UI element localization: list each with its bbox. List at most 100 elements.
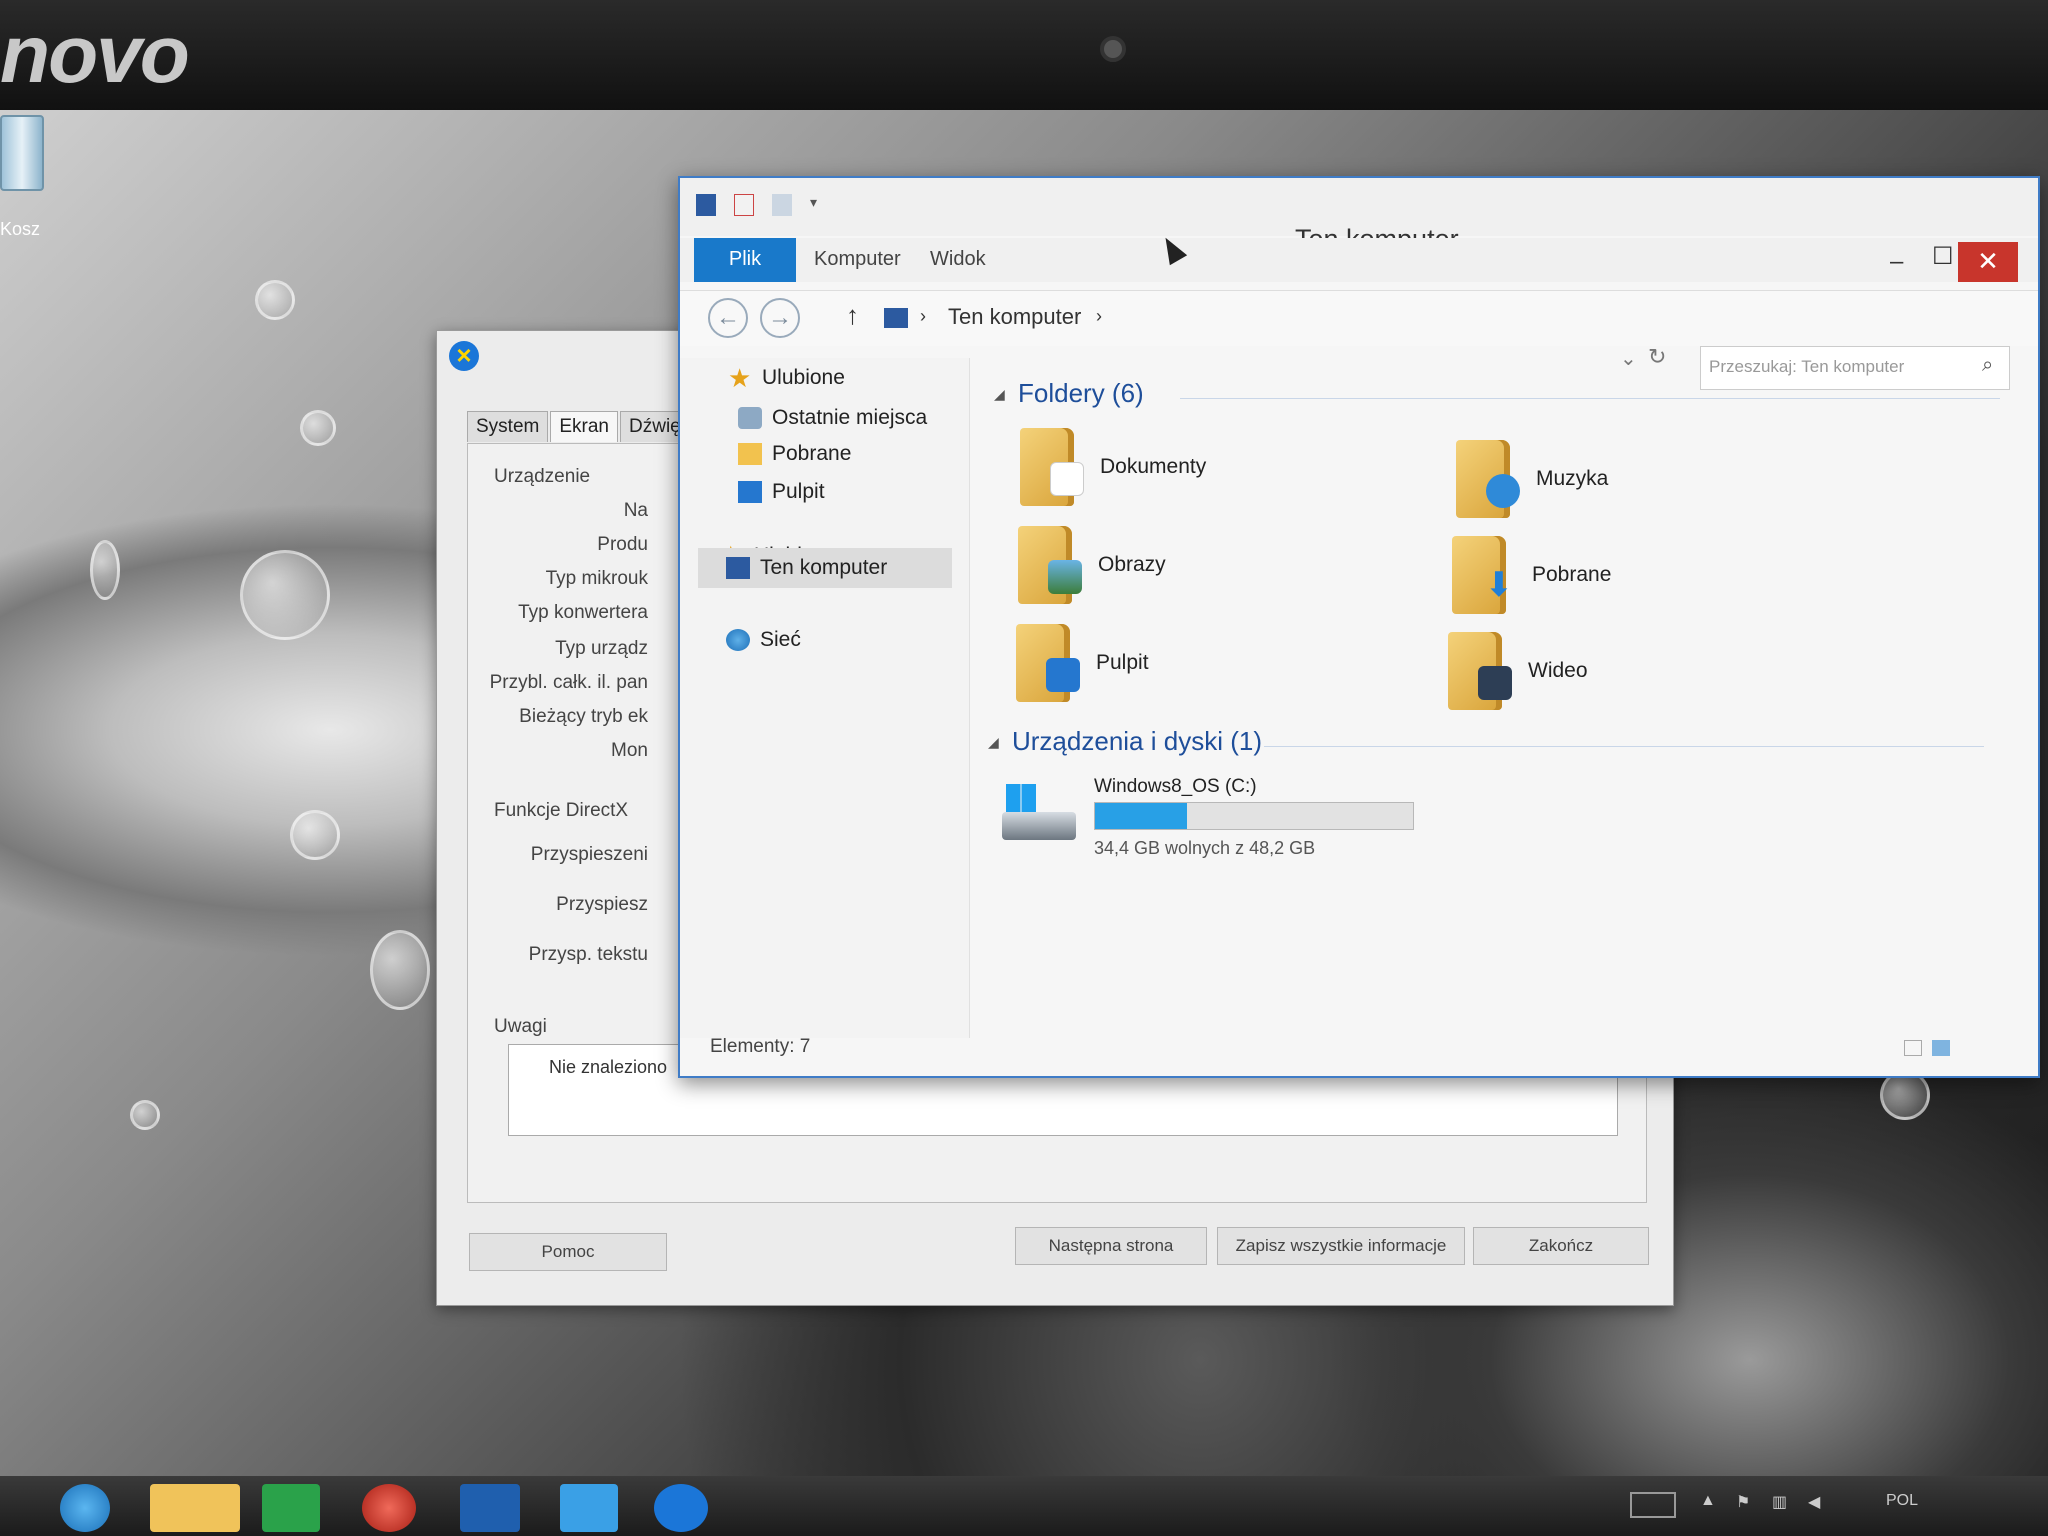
nav-label: Ten komputer (760, 556, 888, 579)
next-page-button[interactable]: Następna strona (1015, 1227, 1207, 1265)
landscape-photo-icon (1048, 560, 1082, 594)
input-language[interactable]: POL (1886, 1492, 1918, 1510)
search-input[interactable]: Przeszukaj: Ten komputer (1700, 346, 2010, 390)
computer-icon (726, 557, 750, 579)
folder-videos[interactable]: Wideo (1448, 632, 1588, 710)
show-hidden-icons[interactable]: ▲ (1700, 1492, 1716, 1510)
tab-computer[interactable]: Komputer (814, 248, 901, 271)
recycle-bin-label: Kosz (0, 219, 41, 239)
collapse-arrow-icon[interactable]: ◢ (994, 386, 1005, 403)
tab-view[interactable]: Widok (930, 248, 986, 271)
nav-downloads[interactable]: Pobrane (738, 442, 851, 466)
nav-recent-places[interactable]: Ostatnie miejsca (738, 406, 927, 430)
nav-favorites[interactable]: ★ Ulubione (728, 363, 845, 393)
downloads-folder-icon: ⬇ (1452, 536, 1513, 614)
folder-label: Dokumenty (1100, 455, 1207, 478)
chevron-down-icon[interactable]: ▾ (810, 194, 822, 216)
down-arrow-icon: ⬇ (1484, 566, 1514, 604)
note-text: Nie znaleziono (549, 1057, 668, 1077)
save-all-button[interactable]: Zapisz wszystkie informacje (1217, 1227, 1465, 1265)
minimize-icon[interactable]: – (1890, 248, 1903, 276)
water-drop (290, 810, 340, 860)
network-icon[interactable]: ▥ (1772, 1492, 1787, 1512)
water-drop (90, 540, 120, 600)
network-globe-icon (726, 629, 750, 651)
nav-network[interactable]: Sieć (726, 628, 801, 652)
desktop-icon (738, 481, 762, 503)
device-label: Na (623, 500, 648, 521)
forward-button[interactable]: → (760, 298, 800, 338)
details-view-icon[interactable] (1904, 1040, 1922, 1056)
section-divider (1180, 398, 2000, 399)
drive-usage-bar (1094, 802, 1414, 830)
directx-label: Przysp. tekstu (528, 944, 648, 965)
title-bar: ▾ Ten komputer (680, 178, 2038, 254)
nav-label: Ulubione (762, 366, 845, 389)
devices-header[interactable]: Urządzenia i dyski (1) (1012, 726, 1262, 757)
up-arrow-icon[interactable]: ↑ (846, 300, 859, 331)
breadcrumb[interactable]: Ten komputer (948, 304, 1081, 330)
computer-icon (884, 308, 908, 328)
water-drop (370, 930, 430, 1010)
tab-system[interactable]: System (467, 411, 549, 442)
dxdiag-icon: × (449, 341, 479, 371)
refresh-icon[interactable]: ↻ (1648, 344, 1666, 370)
nav-desktop[interactable]: Pulpit (738, 480, 825, 504)
back-button[interactable]: ← (708, 298, 748, 338)
computer-icon (696, 194, 716, 216)
pictures-folder-icon (1018, 526, 1082, 604)
help-button[interactable]: Pomoc (469, 1233, 667, 1271)
folder-pictures[interactable]: Obrazy (1018, 526, 1166, 604)
star-icon: ★ (728, 363, 752, 393)
water-drop (240, 550, 330, 640)
new-folder-icon[interactable] (772, 194, 792, 216)
lenovo-app-icon[interactable] (460, 1484, 520, 1532)
nav-this-pc[interactable]: Ten komputer (698, 548, 952, 588)
brand-logo: novo (0, 9, 190, 100)
store-icon[interactable] (262, 1484, 320, 1532)
desktop-folder-icon (1016, 624, 1080, 702)
history-dropdown-icon[interactable]: ⌄ (1620, 346, 1637, 371)
collapse-arrow-icon[interactable]: ◢ (988, 734, 999, 751)
tab-file[interactable]: Plik (694, 238, 796, 282)
taskbar: ▲ ⚑ ▥ ◀ POL (0, 1476, 2048, 1536)
dxdiag-taskbar-icon[interactable] (654, 1484, 708, 1532)
chevron-right-icon: › (920, 306, 926, 326)
folders-header[interactable]: Foldery (6) (1018, 378, 1144, 409)
keyboard-icon[interactable] (1630, 1492, 1676, 1518)
search-icon[interactable]: ⌕ (1982, 354, 1993, 377)
tab-display[interactable]: Ekran (550, 411, 618, 442)
messaging-icon[interactable] (560, 1484, 618, 1532)
app-red-icon[interactable] (362, 1484, 416, 1532)
volume-icon[interactable]: ◀ (1808, 1492, 1820, 1512)
folder-label: Obrazy (1098, 553, 1166, 576)
flag-icon[interactable]: ⚑ (1736, 1492, 1750, 1512)
folder-music[interactable]: Muzyka (1456, 440, 1608, 518)
drive-body (1002, 812, 1076, 840)
drive-usage-fill (1095, 803, 1188, 829)
properties-icon[interactable] (734, 194, 754, 216)
tiles-view-icon[interactable] (1932, 1040, 1950, 1056)
file-explorer-icon[interactable] (150, 1484, 240, 1532)
recycle-bin[interactable]: Kosz (0, 115, 52, 239)
music-folder-icon (1456, 440, 1520, 518)
folder-desktop[interactable]: Pulpit (1016, 624, 1149, 702)
internet-explorer-icon[interactable] (60, 1484, 110, 1532)
close-button[interactable]: ✕ (1958, 242, 2018, 282)
nav-label: Pobrane (772, 442, 852, 465)
folder-downloads[interactable]: ⬇ Pobrane (1452, 536, 1611, 614)
water-drop (300, 410, 336, 446)
maximize-icon[interactable]: ☐ (1932, 242, 1954, 271)
chevron-right-icon[interactable]: › (1096, 306, 1102, 327)
drive-free-space: 34,4 GB wolnych z 48,2 GB (1094, 838, 1316, 858)
status-bar-count: Elementy: 7 (710, 1036, 811, 1057)
exit-button[interactable]: Zakończ (1473, 1227, 1649, 1265)
windows-logo-icon (1006, 784, 1036, 814)
nav-label: Sieć (760, 628, 801, 651)
water-drop (255, 280, 295, 320)
folder-documents[interactable]: Dokumenty (1020, 428, 1206, 506)
folder-label: Muzyka (1536, 467, 1609, 490)
recycle-bin-icon (0, 115, 44, 191)
film-strip-icon (1478, 666, 1512, 700)
water-drop (130, 1100, 160, 1130)
